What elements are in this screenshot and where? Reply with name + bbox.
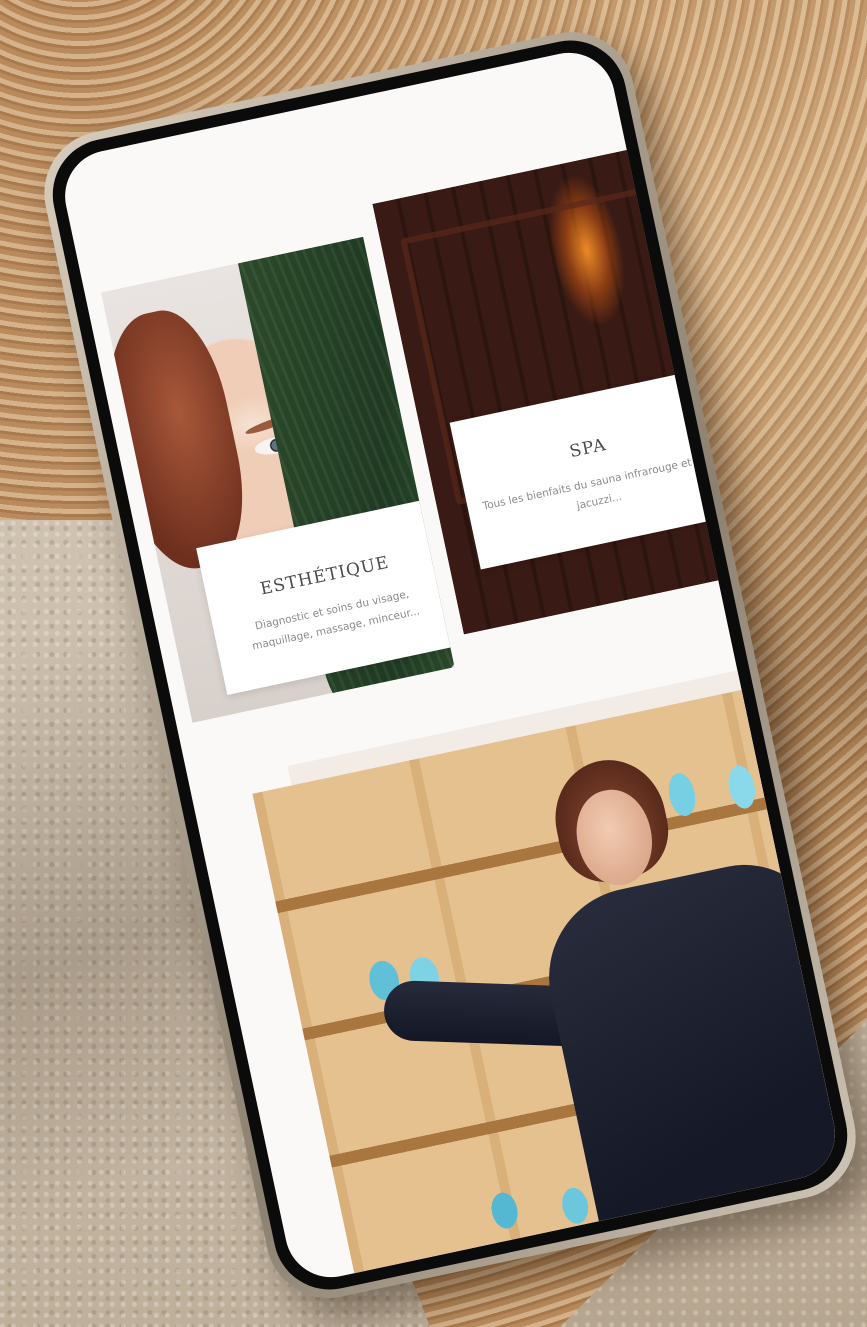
beautician-body [532,849,844,1261]
hair [100,300,260,581]
